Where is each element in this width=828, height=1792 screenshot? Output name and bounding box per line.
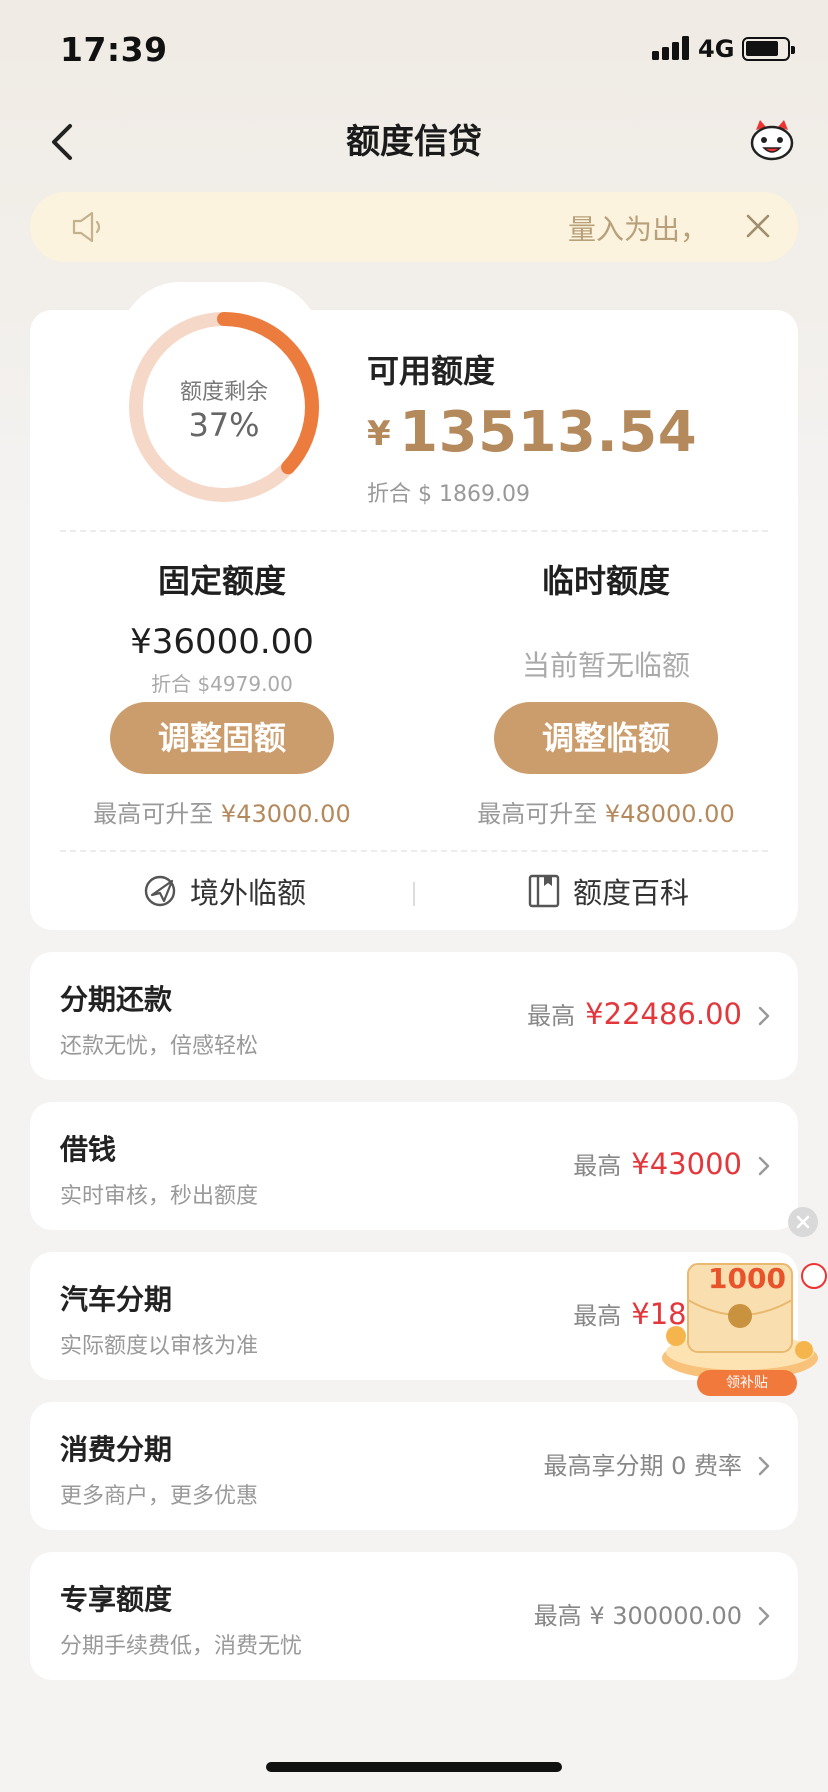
- ad-close-button[interactable]: [788, 1207, 818, 1237]
- divider: [60, 530, 768, 532]
- temp-max-value: ¥48000.00: [604, 800, 735, 828]
- row-subtitle: 实际额度以审核为准: [60, 1334, 259, 1359]
- list-item-exclusive-credit[interactable]: 专享额度 分期手续费低，消费无忧 最高 ¥ 300000.00: [30, 1552, 798, 1680]
- temp-credit-none: 当前暂无临额: [521, 649, 690, 682]
- available-converted: 折合 $ 1869.09: [367, 482, 530, 507]
- row-value: 最高 ¥43000: [573, 1146, 742, 1181]
- row-text: 最高享分期 0 费率: [543, 1452, 742, 1480]
- row-subtitle: 还款无忧，倍感轻松: [60, 1034, 259, 1059]
- ad-amount: 1000: [708, 1262, 786, 1295]
- home-indicator[interactable]: [266, 1762, 562, 1772]
- status-time: 17:39: [60, 30, 168, 69]
- row-value: 最高享分期 0 费率: [543, 1446, 742, 1481]
- fixed-credit-title: 固定额度: [157, 562, 286, 600]
- fixed-credit-amount: ¥36000.00: [130, 622, 314, 662]
- row-prefix: 最高: [573, 1152, 622, 1180]
- notice-bar[interactable]: 量入为出，: [30, 192, 798, 262]
- fixed-credit-converted: 折合 $4979.00: [151, 672, 293, 696]
- row-amount: ¥22486.00: [585, 997, 742, 1031]
- notice-text: 量入为出，: [567, 213, 708, 246]
- network-type: 4G: [698, 35, 735, 63]
- close-icon: [796, 1215, 810, 1229]
- ring-percent: 37%: [188, 406, 260, 444]
- overseas-credit-label: 境外临额: [190, 876, 307, 910]
- credit-card: 额度剩余 37% 可用额度 ¥13513.54 折合 $ 1869.09 固定额…: [30, 310, 798, 930]
- speaker-icon: [72, 211, 101, 243]
- row-subtitle: 更多商户，更多优惠: [60, 1484, 259, 1509]
- row-value: 最高 ¥ 300000.00: [534, 1596, 742, 1631]
- row-title: 借钱: [60, 1133, 117, 1166]
- available-title: 可用额度: [367, 352, 496, 390]
- chevron-right-icon: [758, 1006, 770, 1026]
- temp-credit-title: 临时额度: [541, 562, 670, 600]
- fixed-max-value: ¥43000.00: [220, 800, 351, 828]
- row-text: 最高 ¥ 300000.00: [533, 1602, 742, 1630]
- claim-subsidy-button[interactable]: 领补贴: [697, 1370, 797, 1396]
- list-item-consumer-installment[interactable]: 消费分期 更多商户，更多优惠 最高享分期 0 费率: [30, 1402, 798, 1530]
- list-item-borrow[interactable]: 借钱 实时审核，秒出额度 最高 ¥43000: [30, 1102, 798, 1230]
- row-title: 消费分期: [60, 1433, 173, 1466]
- signal-icon: [652, 36, 692, 60]
- chevron-right-icon: [758, 1456, 770, 1476]
- plane-globe-icon: [144, 875, 176, 907]
- credit-wiki-link[interactable]: 额度百科: [527, 870, 689, 912]
- row-prefix: 最高: [527, 1002, 576, 1030]
- adjust-temp-button[interactable]: 调整临额: [494, 702, 718, 774]
- list-item-installment-repay[interactable]: 分期还款 还款无忧，倍感轻松 最高 ¥22486.00: [30, 952, 798, 1080]
- ring-label: 额度剩余: [179, 380, 268, 405]
- row-subtitle: 分期手续费低，消费无忧: [60, 1634, 303, 1659]
- adjust-fixed-button[interactable]: 调整固额: [110, 702, 334, 774]
- row-title: 汽车分期: [60, 1283, 173, 1316]
- credit-wiki-label: 额度百科: [573, 876, 690, 910]
- page-title: 额度信贷: [346, 122, 482, 162]
- chevron-right-icon: [758, 1156, 770, 1176]
- row-title: 专享额度: [60, 1583, 173, 1616]
- overseas-credit-link[interactable]: 境外临额: [142, 870, 306, 912]
- temp-credit-column: 临时额度 当前暂无临额: [414, 556, 798, 684]
- mascot-avatar-icon[interactable]: [748, 116, 796, 164]
- row-title: 分期还款: [60, 983, 173, 1016]
- currency-symbol: ¥: [367, 414, 392, 454]
- fixed-max-line: 最高可升至 ¥43000.00: [30, 794, 414, 829]
- close-icon[interactable]: [742, 210, 774, 242]
- status-bar: 17:39 4G: [0, 0, 828, 100]
- book-icon: [528, 874, 560, 908]
- row-subtitle: 实时审核，秒出额度: [60, 1184, 259, 1209]
- temp-max-line: 最高可升至 ¥48000.00: [414, 794, 798, 829]
- fixed-credit-column: 固定额度 ¥36000.00 折合 $4979.00: [30, 556, 414, 697]
- row-amount: ¥43000: [631, 1147, 742, 1181]
- divider: [60, 850, 768, 852]
- row-value: 最高 ¥22486.00: [527, 996, 742, 1031]
- row-prefix: 最高: [573, 1302, 622, 1330]
- battery-icon: [742, 37, 795, 61]
- available-amount: ¥13513.54: [367, 400, 697, 465]
- link-separator: [413, 882, 415, 906]
- chevron-right-icon: [758, 1606, 770, 1626]
- fixed-max-prefix: 最高可升至: [93, 800, 214, 828]
- available-value: 13513.54: [399, 400, 698, 465]
- temp-max-prefix: 最高可升至: [477, 800, 598, 828]
